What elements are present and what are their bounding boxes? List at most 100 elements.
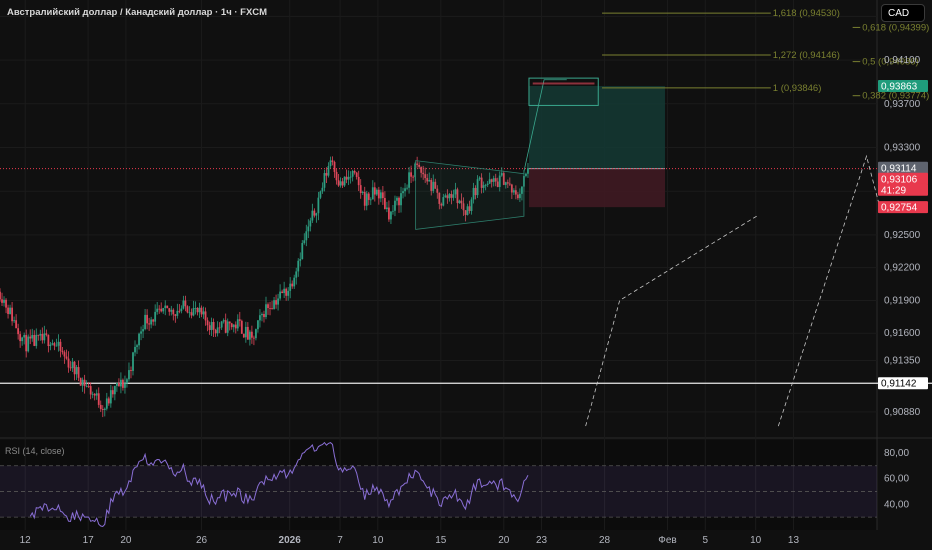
candle bbox=[29, 336, 32, 339]
candle bbox=[323, 173, 326, 188]
candle bbox=[97, 393, 100, 405]
x-tick-label: 15 bbox=[435, 535, 447, 546]
x-tick-label: 7 bbox=[337, 535, 343, 546]
candle bbox=[309, 220, 312, 227]
candle bbox=[172, 309, 175, 315]
candle bbox=[93, 393, 96, 396]
candle bbox=[265, 304, 267, 318]
candle bbox=[359, 185, 362, 193]
chart-canvas[interactable]: 1,618 (0,94530) 1,272 (0,94146) 1 (0,93846… bbox=[0, 0, 932, 550]
candle bbox=[87, 385, 90, 387]
candle bbox=[174, 314, 177, 316]
candle bbox=[35, 334, 38, 346]
candle bbox=[27, 336, 30, 352]
candle bbox=[317, 197, 320, 214]
candle bbox=[196, 307, 199, 313]
candle bbox=[410, 172, 412, 177]
candle bbox=[19, 334, 22, 342]
y-tick-label: 0,93700 bbox=[884, 99, 921, 110]
candle bbox=[51, 343, 54, 345]
candle bbox=[279, 291, 282, 299]
candle bbox=[275, 300, 277, 305]
candle bbox=[162, 308, 165, 312]
y-tick-label: 0,92200 bbox=[884, 263, 921, 274]
currency-button[interactable]: CAD bbox=[881, 4, 925, 22]
rsi-tick-label: 80,00 bbox=[884, 448, 909, 459]
candle bbox=[13, 320, 16, 322]
candle bbox=[277, 298, 279, 305]
candle bbox=[33, 334, 36, 346]
candle bbox=[156, 308, 159, 312]
candle bbox=[164, 305, 167, 309]
candle bbox=[47, 334, 50, 347]
candle bbox=[351, 170, 354, 177]
x-tick-label: 20 bbox=[120, 535, 132, 546]
candle bbox=[305, 231, 308, 241]
candle bbox=[138, 333, 140, 346]
candle bbox=[152, 319, 155, 322]
candle bbox=[335, 171, 338, 181]
candle bbox=[73, 361, 76, 375]
candle bbox=[398, 197, 400, 206]
candle bbox=[369, 199, 372, 201]
candle bbox=[214, 329, 217, 334]
candle bbox=[204, 311, 207, 321]
candle bbox=[69, 367, 72, 369]
candle bbox=[202, 311, 205, 315]
candle bbox=[168, 308, 171, 312]
candle bbox=[85, 385, 88, 387]
candle bbox=[224, 320, 227, 333]
candle bbox=[89, 386, 92, 395]
candle bbox=[120, 379, 122, 387]
candle bbox=[327, 166, 330, 176]
candle bbox=[190, 312, 193, 316]
candle bbox=[299, 259, 302, 261]
candle bbox=[21, 337, 24, 342]
candle bbox=[253, 337, 255, 339]
candle bbox=[23, 335, 26, 338]
candle bbox=[212, 322, 215, 330]
candle bbox=[408, 172, 410, 188]
candle bbox=[388, 207, 390, 220]
candle bbox=[188, 312, 191, 314]
candle bbox=[101, 409, 104, 411]
candle bbox=[7, 307, 9, 314]
candle bbox=[115, 382, 118, 386]
candle bbox=[61, 350, 64, 353]
candle bbox=[283, 288, 286, 294]
candle bbox=[63, 352, 66, 357]
price-label: 41:29 bbox=[881, 185, 906, 196]
candle bbox=[355, 172, 358, 177]
candle bbox=[220, 321, 223, 328]
candle bbox=[329, 160, 332, 167]
candle bbox=[353, 170, 356, 173]
candle bbox=[57, 341, 60, 346]
candle bbox=[208, 325, 211, 331]
candle bbox=[527, 168, 529, 174]
candle bbox=[404, 188, 406, 192]
candle bbox=[297, 260, 300, 272]
candle bbox=[15, 320, 18, 329]
candle bbox=[0, 291, 1, 300]
candle bbox=[289, 283, 292, 291]
candle bbox=[331, 160, 334, 162]
candle bbox=[160, 308, 163, 312]
candle bbox=[238, 319, 241, 321]
x-tick-label: 23 bbox=[536, 535, 548, 546]
candle bbox=[67, 358, 70, 368]
take-profit-zone bbox=[528, 85, 665, 169]
candle bbox=[113, 385, 116, 395]
candle bbox=[248, 331, 251, 340]
y-tick-label: 0,91600 bbox=[884, 328, 921, 339]
candle bbox=[130, 370, 132, 371]
candle bbox=[319, 191, 322, 198]
candle bbox=[375, 189, 378, 195]
y-tick-label: 0,91900 bbox=[884, 295, 921, 306]
candle bbox=[311, 210, 314, 221]
candle bbox=[392, 210, 394, 212]
candle bbox=[406, 187, 408, 189]
candle bbox=[105, 398, 108, 409]
candle bbox=[313, 210, 316, 216]
candle bbox=[216, 327, 219, 334]
candle bbox=[381, 192, 384, 199]
